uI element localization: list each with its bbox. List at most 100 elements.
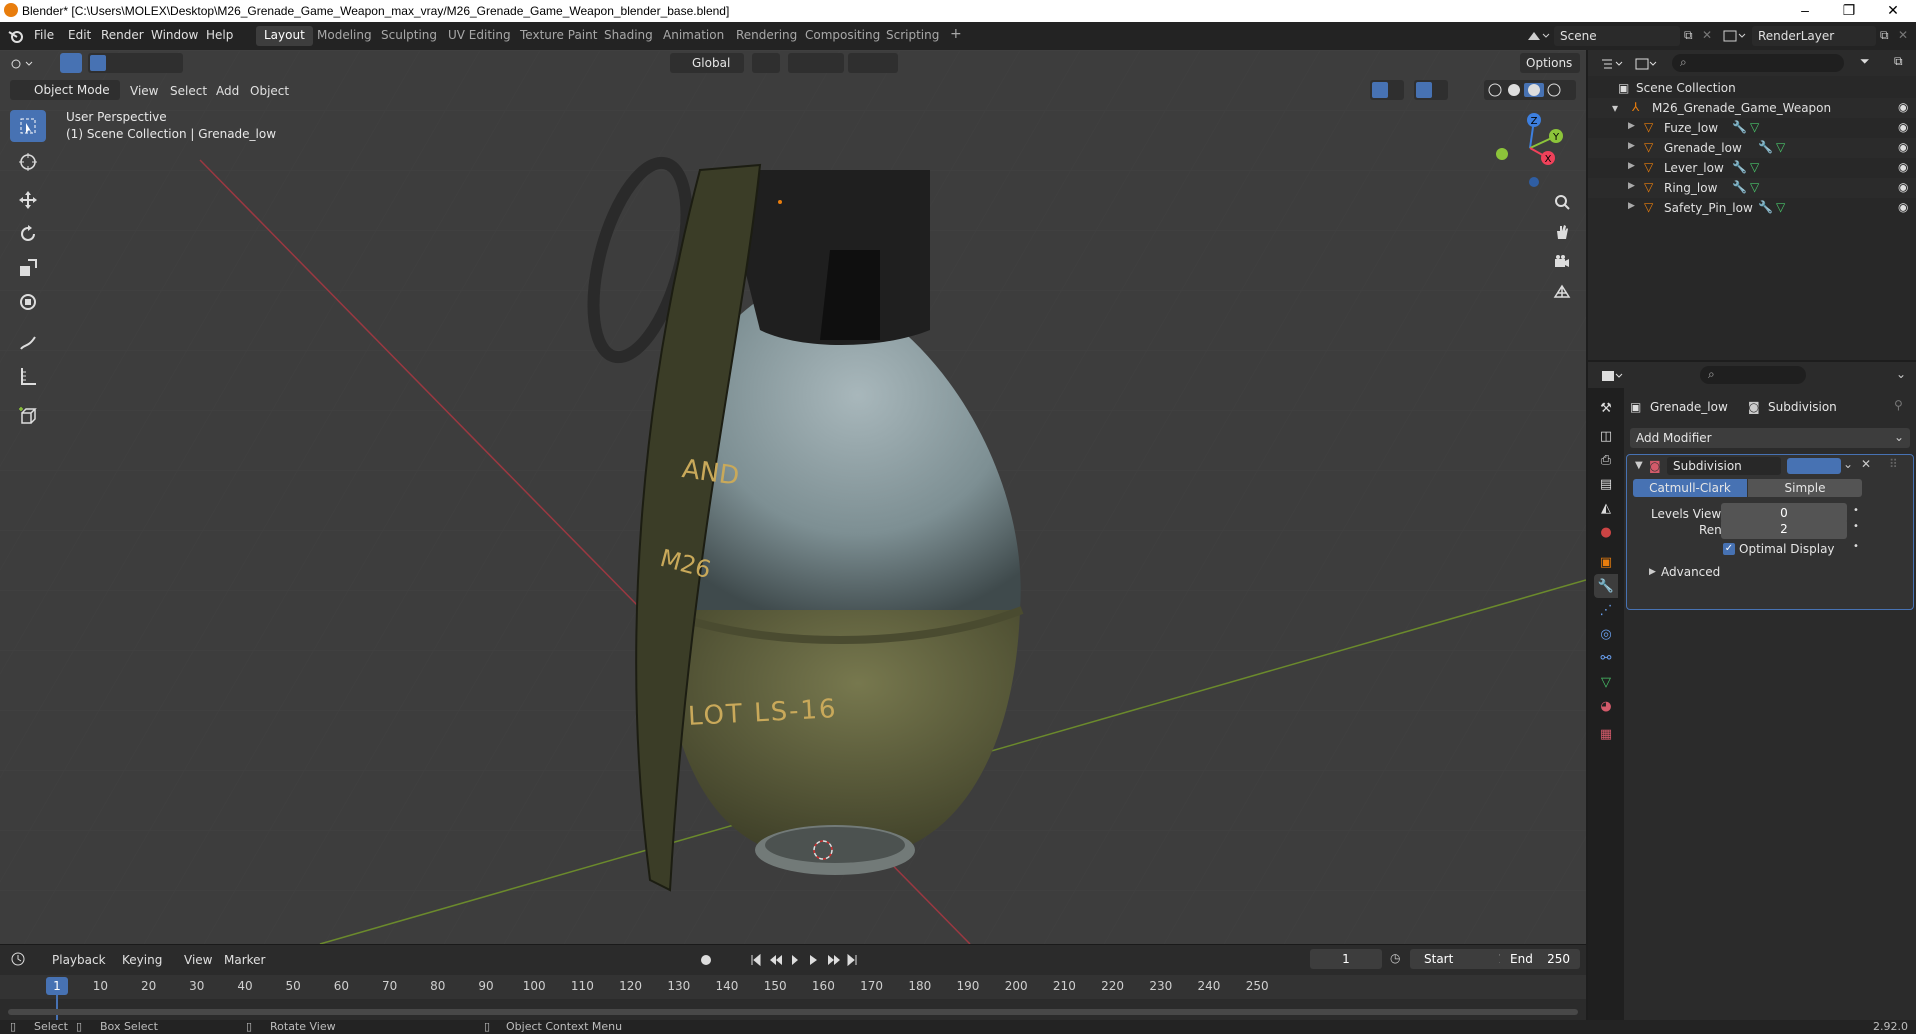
keyframe-dot-icon[interactable]: • bbox=[1853, 521, 1859, 532]
texture-tab-icon[interactable]: ▦ bbox=[1594, 722, 1618, 746]
annotate-tool[interactable] bbox=[10, 326, 46, 358]
tab-modeling[interactable]: Modeling bbox=[309, 26, 380, 46]
eye-icon[interactable]: ◉ bbox=[1898, 120, 1908, 134]
world-tab-icon[interactable]: ● bbox=[1594, 520, 1618, 544]
catmull-clark-button[interactable]: Catmull-Clark bbox=[1633, 479, 1747, 497]
mesh-data-icon[interactable]: ▽ bbox=[1750, 120, 1759, 134]
outliner-search-input[interactable]: ⌕ bbox=[1672, 54, 1844, 72]
mesh-data-icon[interactable]: ▽ bbox=[1750, 160, 1759, 174]
data-tab-icon[interactable]: ▽ bbox=[1594, 670, 1618, 694]
scene-name-field[interactable]: Scene bbox=[1554, 26, 1680, 46]
modifier-icon[interactable]: 🔧 bbox=[1732, 180, 1747, 194]
shading-modes[interactable] bbox=[1484, 80, 1576, 100]
minimize-button[interactable]: – bbox=[1790, 2, 1820, 18]
overlays-dropdown[interactable] bbox=[1414, 80, 1448, 100]
advanced-expand-icon[interactable]: ▶ bbox=[1649, 567, 1656, 577]
move-tool[interactable] bbox=[10, 184, 46, 216]
tab-compositing[interactable]: Compositing bbox=[797, 26, 888, 46]
tab-layout[interactable]: Layout bbox=[256, 26, 313, 46]
mesh-data-icon[interactable]: ▽ bbox=[1776, 140, 1785, 154]
panel-collapse-icon[interactable]: ▼ bbox=[1635, 460, 1643, 471]
remove-modifier-icon[interactable]: ✕ bbox=[1861, 457, 1871, 471]
constraints-tab-icon[interactable]: ⚯ bbox=[1594, 646, 1618, 670]
object-tab-icon[interactable]: ▣ bbox=[1594, 550, 1618, 574]
collection-expand-icon[interactable]: ▾ bbox=[1612, 101, 1618, 115]
selection-modes[interactable] bbox=[88, 53, 183, 73]
scene-tab-icon[interactable]: ◭ bbox=[1594, 496, 1618, 520]
timeline-scrollbar[interactable] bbox=[8, 1009, 1578, 1015]
modifier-name-field[interactable]: Subdivision bbox=[1667, 457, 1781, 475]
tab-sculpting[interactable]: Sculpting bbox=[373, 26, 445, 46]
rotate-tool[interactable] bbox=[10, 218, 46, 250]
viewport-menu-object[interactable]: Object bbox=[250, 84, 289, 98]
end-frame-field[interactable]: End 250 bbox=[1500, 949, 1580, 969]
add-workspace-button[interactable]: + bbox=[942, 24, 970, 44]
properties-search-input[interactable]: ⌕ bbox=[1700, 366, 1806, 384]
select-set-icon[interactable] bbox=[90, 55, 106, 71]
timeline-editor[interactable]: Playback Keying View Marker 1 ◷ Start 1 … bbox=[0, 944, 1586, 1024]
advanced-label[interactable]: Advanced bbox=[1661, 565, 1720, 579]
eye-icon[interactable]: ◉ bbox=[1898, 160, 1908, 174]
zoom-icon[interactable] bbox=[1548, 188, 1576, 216]
output-tab-icon[interactable]: ⎙ bbox=[1594, 448, 1618, 472]
viewport-menu-select[interactable]: Select bbox=[170, 84, 207, 98]
object-expand-icon[interactable]: ▶ bbox=[1628, 141, 1635, 151]
add-cube-tool[interactable] bbox=[10, 400, 46, 432]
outliner-editor-type-icon[interactable] bbox=[1600, 56, 1626, 72]
tab-texture-paint[interactable]: Texture Paint bbox=[512, 26, 605, 46]
filter-icon[interactable]: ⏷ bbox=[1860, 54, 1870, 69]
proportional-edit-dropdown[interactable] bbox=[848, 53, 898, 73]
modifier-menu-icon[interactable]: ⌄ bbox=[1843, 457, 1853, 471]
scene-browse-icon[interactable] bbox=[1526, 28, 1550, 44]
outliner-row-object[interactable]: ▶ ▽ Grenade_low 🔧 ▽ ◉ bbox=[1588, 138, 1916, 158]
options-dropdown[interactable]: Options bbox=[1520, 53, 1580, 73]
xray-toggle[interactable] bbox=[1460, 80, 1482, 100]
simple-button[interactable]: Simple bbox=[1748, 479, 1862, 497]
menu-file[interactable]: File bbox=[34, 28, 54, 42]
timeline-menu-marker[interactable]: Marker bbox=[224, 953, 265, 967]
visibility-dropdown[interactable] bbox=[1330, 80, 1364, 100]
tab-animation[interactable]: Animation bbox=[655, 26, 732, 46]
modifier-icon[interactable]: 🔧 bbox=[1732, 160, 1747, 174]
new-layer-icon[interactable]: ⧉ bbox=[1880, 28, 1889, 43]
mesh-data-icon[interactable]: ▽ bbox=[1776, 200, 1785, 214]
close-button[interactable]: ✕ bbox=[1878, 2, 1908, 19]
timeline-editor-type-icon[interactable] bbox=[10, 951, 36, 967]
physics-tab-icon[interactable]: ◎ bbox=[1594, 622, 1618, 646]
properties-options-icon[interactable]: ⌄ bbox=[1896, 367, 1906, 381]
object-expand-icon[interactable]: ▶ bbox=[1628, 181, 1635, 191]
shading-mode-icons[interactable] bbox=[1488, 83, 1572, 97]
camera-view-icon[interactable] bbox=[1548, 248, 1576, 276]
timeline-menu-keying[interactable]: Keying bbox=[122, 953, 162, 967]
collection-eye-icon[interactable]: ◉ bbox=[1898, 100, 1908, 114]
material-tab-icon[interactable]: ◕ bbox=[1594, 694, 1618, 718]
timeline-menu-view[interactable]: View bbox=[184, 953, 212, 967]
select-box-tool[interactable] bbox=[10, 110, 46, 142]
editor-type-icon[interactable] bbox=[10, 56, 34, 72]
scale-tool[interactable] bbox=[10, 252, 46, 284]
transform-tool[interactable] bbox=[10, 286, 46, 318]
object-expand-icon[interactable]: ▶ bbox=[1628, 161, 1635, 171]
transform-orientation-dropdown[interactable]: Global bbox=[670, 53, 744, 73]
viewport-menu-add[interactable]: Add bbox=[216, 84, 239, 98]
eye-icon[interactable]: ◉ bbox=[1898, 140, 1908, 154]
viewport-menu-view[interactable]: View bbox=[130, 84, 158, 98]
display-mode-icon[interactable] bbox=[1634, 56, 1660, 72]
outliner-row-object[interactable]: ▶ ▽ Fuze_low 🔧 ▽ ◉ bbox=[1588, 118, 1916, 138]
ortho-grid-icon[interactable] bbox=[1548, 278, 1576, 306]
render-tab-icon[interactable]: ◫ bbox=[1594, 424, 1618, 448]
menu-window[interactable]: Window bbox=[151, 28, 198, 42]
drag-handle-icon[interactable]: ⠿ bbox=[1889, 457, 1898, 471]
render-layer-field[interactable]: RenderLayer bbox=[1752, 26, 1876, 46]
3d-viewport[interactable]: AND M26 LOT LS-16 User Perspective (1) S… bbox=[0, 50, 1586, 944]
keyframe-dot-icon[interactable]: • bbox=[1853, 505, 1859, 516]
new-collection-icon[interactable]: ⧉ bbox=[1894, 54, 1903, 69]
modifier-icon[interactable]: 🔧 bbox=[1758, 200, 1773, 214]
timeline-menu-playback[interactable]: Playback bbox=[52, 953, 106, 967]
delete-scene-icon[interactable]: ✕ bbox=[1702, 28, 1712, 42]
blender-menu-icon[interactable] bbox=[8, 29, 24, 43]
playback-controls[interactable] bbox=[700, 953, 880, 967]
tab-rendering[interactable]: Rendering bbox=[728, 26, 805, 46]
outliner-row-scene-collection[interactable]: ▣ Scene Collection bbox=[1588, 78, 1916, 98]
eye-icon[interactable]: ◉ bbox=[1898, 180, 1908, 194]
